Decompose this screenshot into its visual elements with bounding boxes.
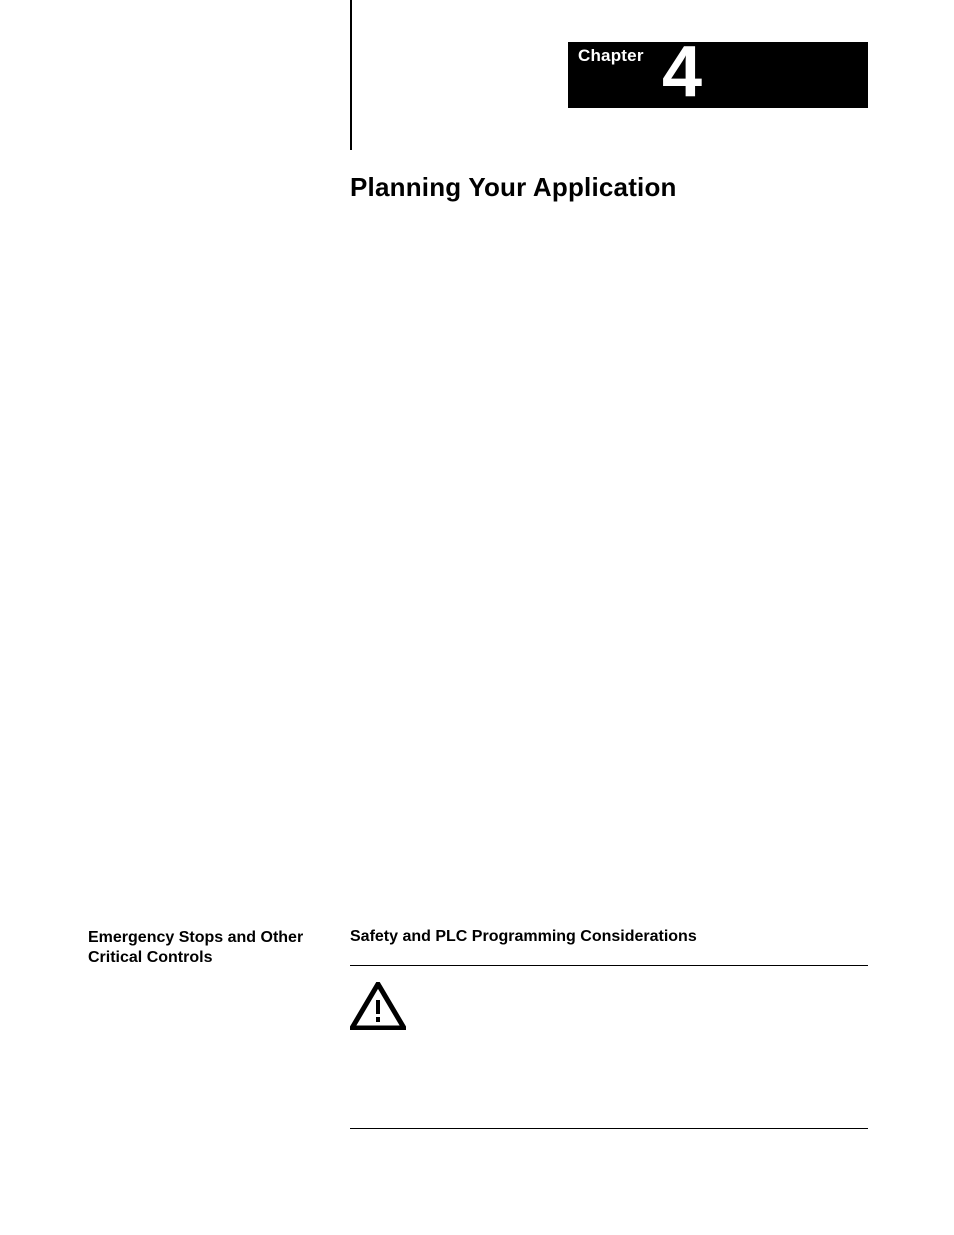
chapter-label: Chapter xyxy=(578,46,644,66)
attention-icon xyxy=(350,982,406,1030)
section-rule-bottom xyxy=(350,1128,868,1129)
section-rule-top xyxy=(350,965,868,966)
chapter-number: 4 xyxy=(662,36,702,108)
page-title: Planning Your Application xyxy=(350,172,677,203)
right-column-heading: Safety and PLC Programming Consideration… xyxy=(350,928,697,946)
chapter-banner: Chapter 4 xyxy=(568,42,868,108)
page: Chapter 4 Planning Your Application Emer… xyxy=(0,0,954,1235)
left-column-heading: Emergency Stops and Other Critical Contr… xyxy=(88,928,318,968)
header-vertical-rule xyxy=(350,0,352,150)
